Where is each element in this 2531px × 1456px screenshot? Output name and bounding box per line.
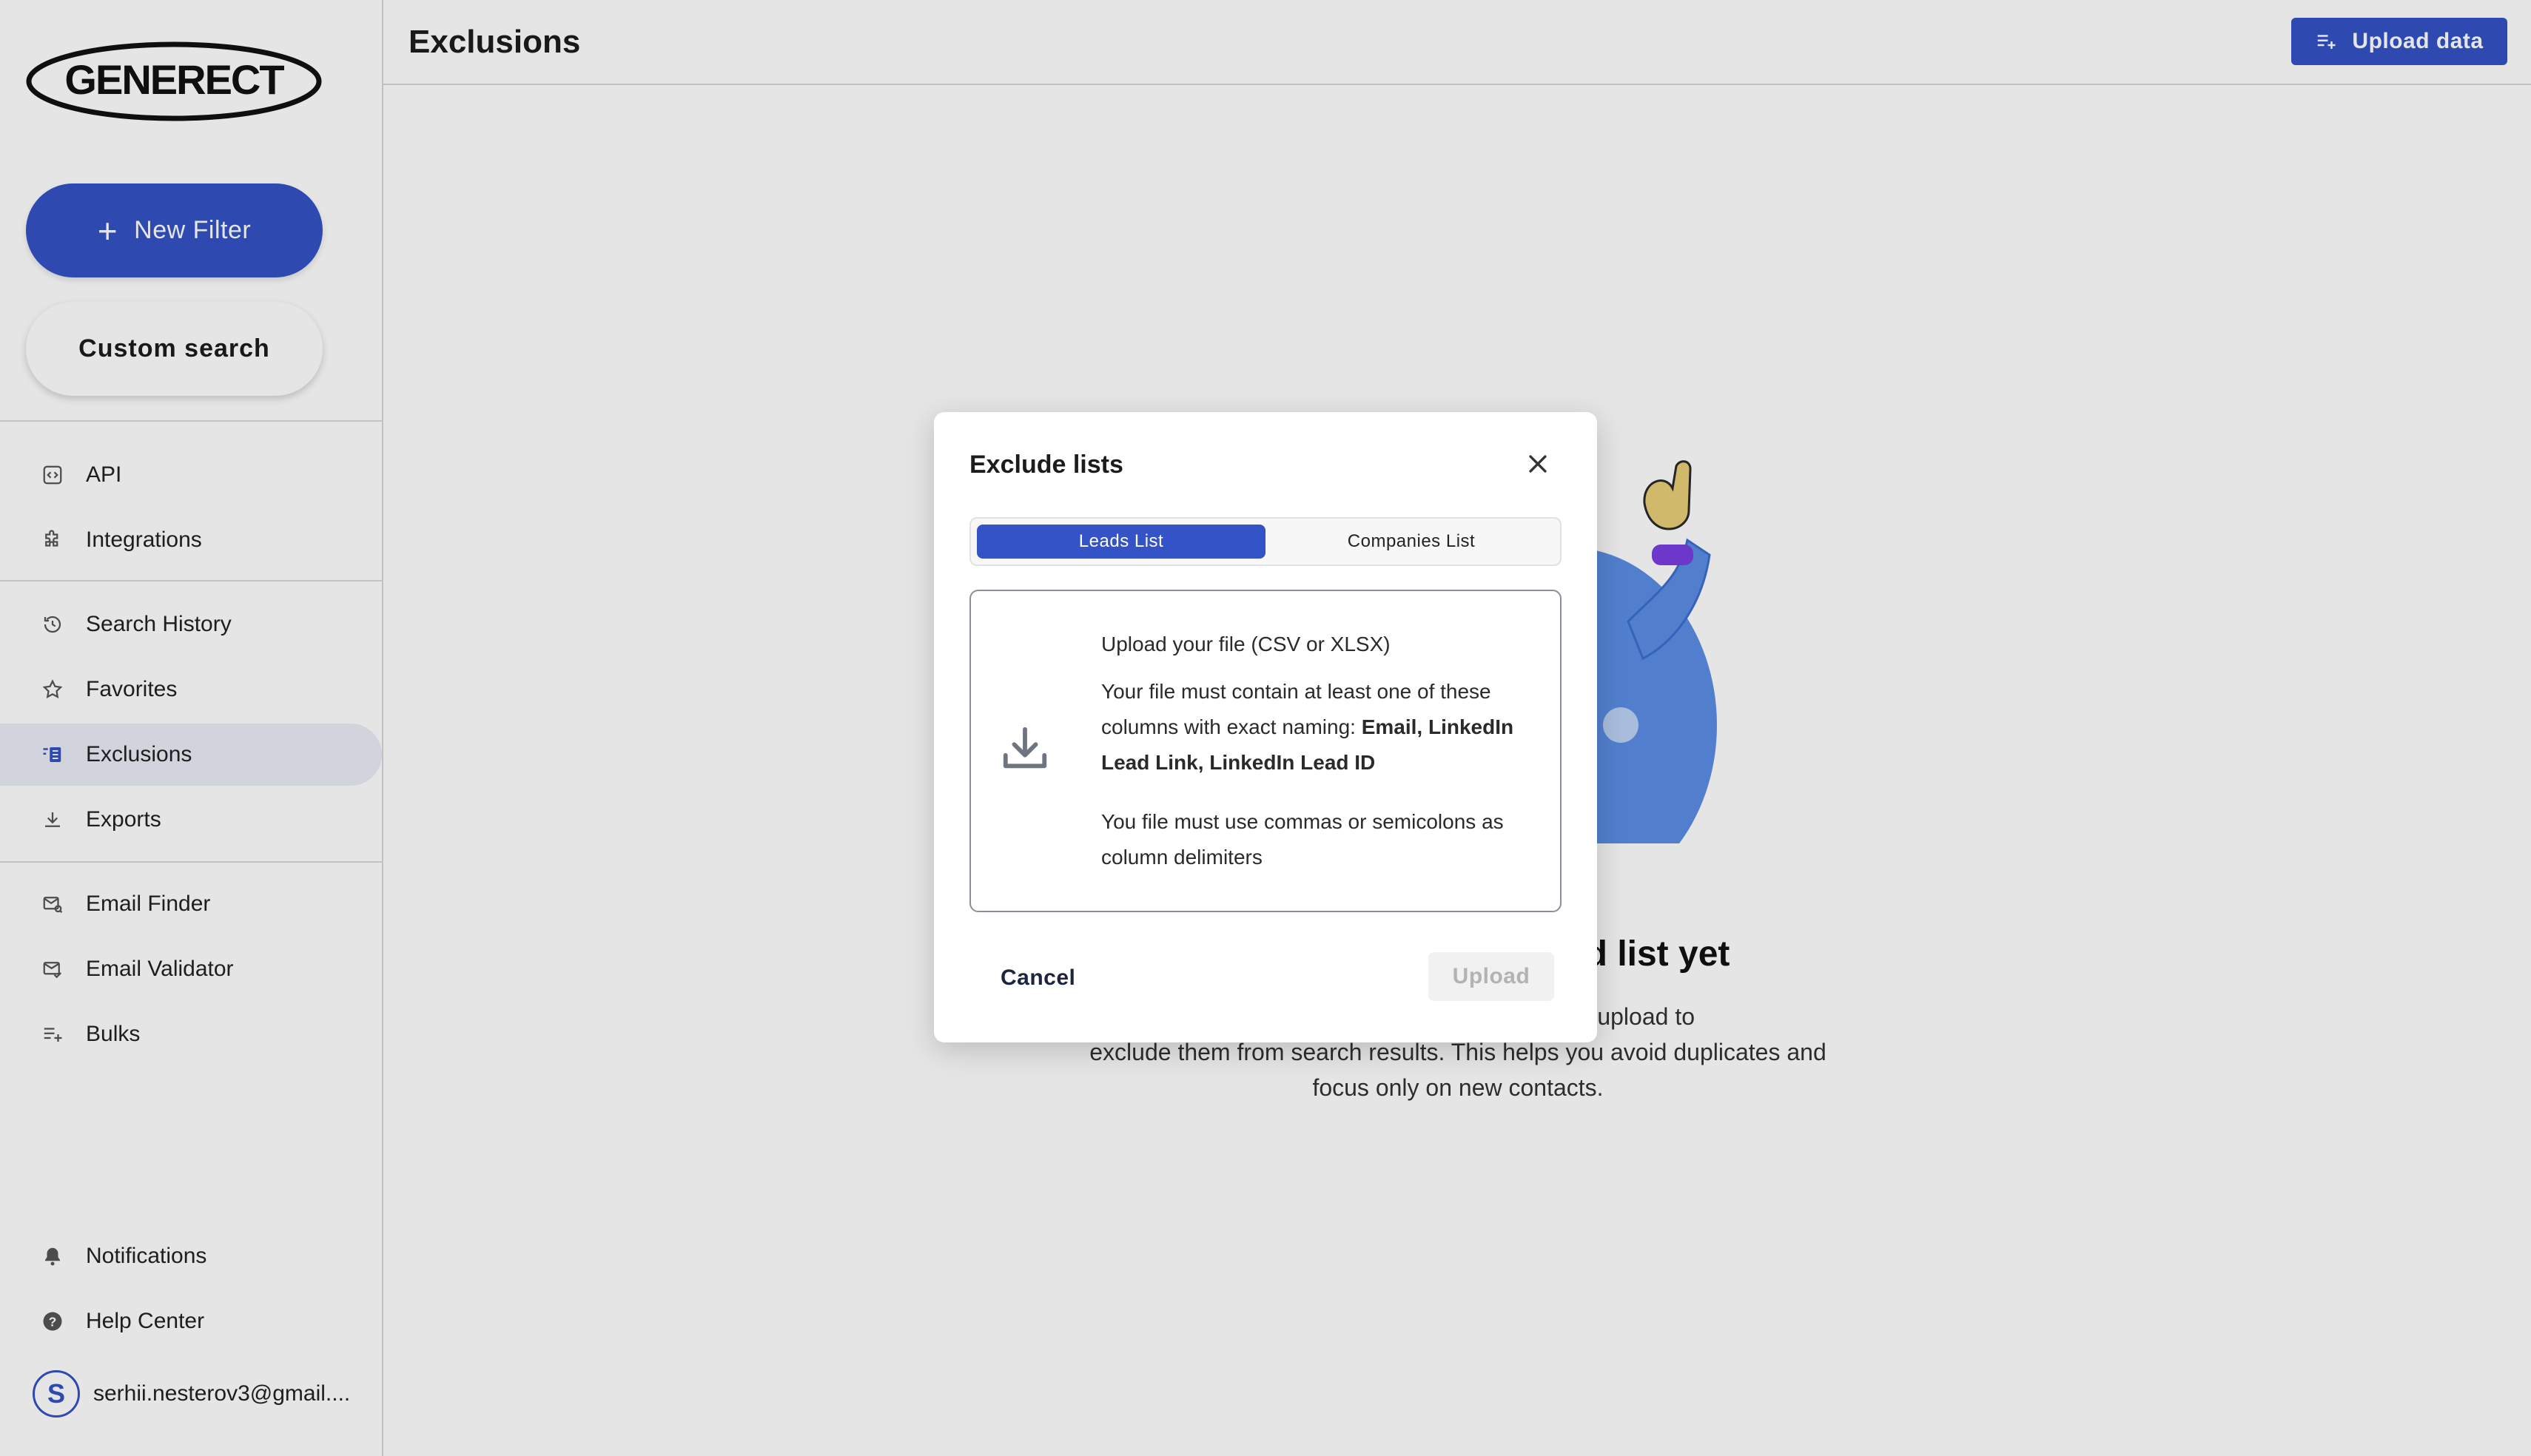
close-icon [1529,455,1547,473]
modal-title: Exclude lists [969,451,1123,479]
column-requirement: Your file must contain at least one of t… [1101,674,1538,781]
tab-companies-list[interactable]: Companies List [1267,525,1556,559]
dropzone-text: Upload your file (CSV or XLSX) Your file… [1101,627,1538,887]
file-dropzone[interactable]: Upload your file (CSV or XLSX) Your file… [969,590,1562,912]
close-button[interactable] [1523,449,1553,479]
upload-button[interactable]: Upload [1428,952,1554,1001]
delimiter-note: You file must use commas or semicolons a… [1101,810,1504,869]
tab-leads-list[interactable]: Leads List [977,525,1266,559]
download-icon [1003,727,1047,769]
cancel-button[interactable]: Cancel [1001,965,1075,991]
exclude-lists-modal: Exclude lists Leads List Companies List … [934,412,1597,1042]
list-type-tabs: Leads List Companies List [969,517,1562,566]
app-page: GENERECT + New Filter Custom search API … [0,0,2531,1456]
upload-title: Upload your file (CSV or XLSX) [1101,633,1391,655]
